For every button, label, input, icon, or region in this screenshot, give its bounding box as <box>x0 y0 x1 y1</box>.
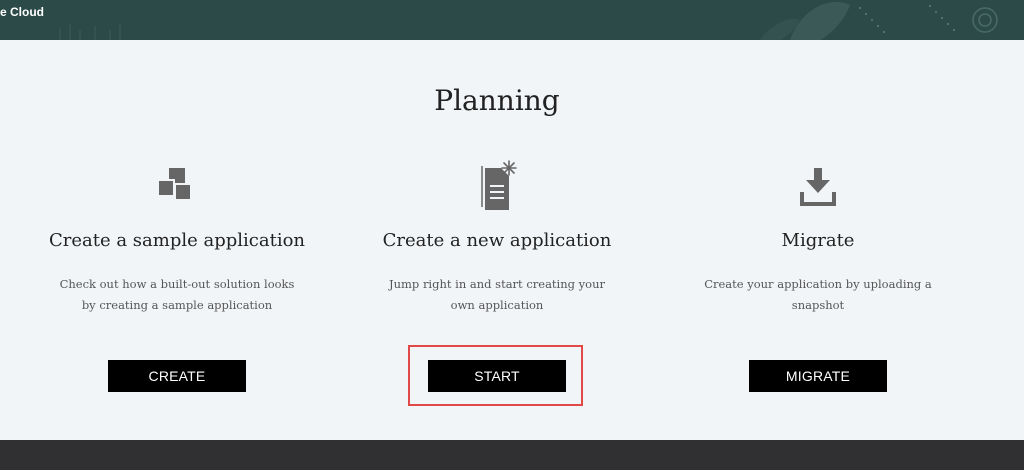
footer-bar <box>0 440 1024 470</box>
card-title: Create a new application <box>382 230 612 251</box>
page-title: Planning <box>434 84 560 117</box>
app-title: e Cloud <box>0 5 44 19</box>
download-icon <box>658 158 978 214</box>
card-migrate: Migrate Create your application by uploa… <box>658 158 978 398</box>
top-bar: e Cloud <box>0 0 1024 40</box>
highlight-box <box>408 345 583 406</box>
create-button[interactable]: CREATE <box>108 360 246 392</box>
card-description: Check out how a built-out solution looks… <box>59 277 295 312</box>
card-description: Jump right in and start creating your ow… <box>389 277 605 312</box>
card-sample-application: Create a sample application Check out ho… <box>17 158 337 398</box>
sample-blocks-icon <box>17 158 337 214</box>
migrate-button[interactable]: MIGRATE <box>749 360 887 392</box>
header-decoration <box>59 1 998 40</box>
new-document-icon <box>337 158 657 214</box>
card-description: Create your application by uploading a s… <box>704 277 932 312</box>
card-title: Migrate <box>781 230 855 251</box>
card-title: Create a sample application <box>48 230 306 251</box>
